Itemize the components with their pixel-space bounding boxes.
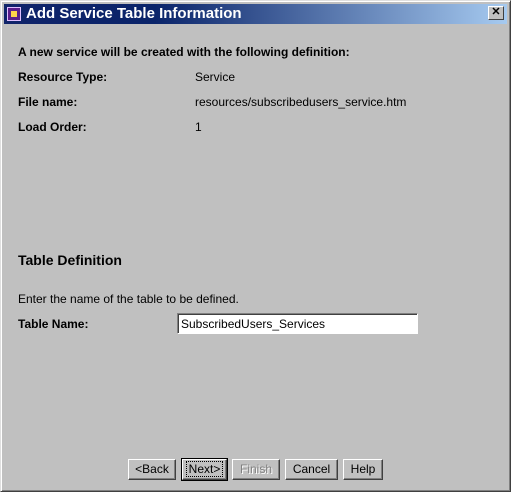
intro-text: A new service will be created with the f…	[18, 45, 350, 59]
help-button[interactable]: Help	[343, 459, 383, 480]
finish-button-label: Finish	[239, 462, 272, 476]
load-order-label: Load Order:	[18, 120, 87, 134]
table-definition-heading: Table Definition	[18, 252, 122, 268]
app-icon	[7, 7, 21, 21]
resource-type-value: Service	[195, 70, 236, 84]
cancel-button-label: Cancel	[292, 462, 331, 476]
close-button[interactable]: ✕	[488, 6, 504, 20]
table-name-input[interactable]	[177, 313, 418, 334]
finish-button[interactable]: Finish	[232, 459, 280, 480]
resource-type-label: Resource Type:	[18, 70, 108, 84]
title-bar[interactable]: Add Service Table Information ✕	[4, 4, 507, 24]
load-order-value: 1	[195, 120, 202, 134]
dialog-window: Add Service Table Information ✕ A new se…	[0, 0, 511, 492]
next-button[interactable]: Next>	[181, 458, 228, 481]
file-name-label: File name:	[18, 95, 78, 109]
table-instruction-text: Enter the name of the table to be define…	[18, 292, 239, 306]
next-button-label: Next>	[185, 461, 224, 477]
cancel-button[interactable]: Cancel	[285, 459, 338, 480]
file-name-value: resources/subscribedusers_service.htm	[195, 95, 407, 109]
back-button[interactable]: <Back	[128, 459, 176, 480]
close-icon: ✕	[491, 6, 501, 18]
help-button-label: Help	[350, 462, 376, 476]
window-title: Add Service Table Information	[26, 5, 242, 22]
table-name-label: Table Name:	[18, 317, 89, 331]
back-button-label: <Back	[135, 462, 169, 476]
